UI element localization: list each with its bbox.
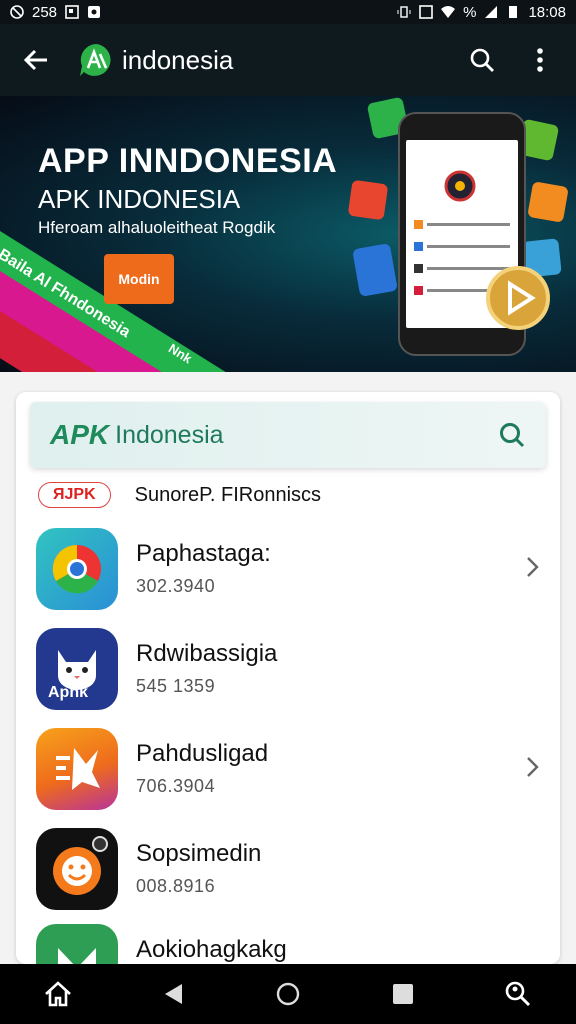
search-user-icon: [506, 981, 531, 1007]
app-name: Paphastaga:: [136, 540, 271, 567]
vibrate-icon: [397, 6, 411, 18]
smile-app-icon: [36, 828, 118, 910]
promo-banner[interactable]: Baila Al Fhndonesia Modin Nnk APP INNDON…: [0, 96, 576, 372]
recents-button[interactable]: [379, 970, 427, 1018]
status-left-text: 258: [32, 3, 58, 21]
app-logo-icon: [80, 44, 111, 76]
app-number: 545 1359: [136, 676, 216, 696]
app-name: Aokiohagkakg: [136, 936, 287, 963]
chrome-icon: [36, 528, 118, 610]
home-icon: [44, 981, 71, 1007]
play-badge-icon: [486, 266, 550, 330]
signal-icon: [485, 6, 498, 18]
icon-badge-text: Apnk: [48, 684, 88, 701]
search-user-button[interactable]: [494, 970, 542, 1018]
search-bar[interactable]: APK Indonesia: [30, 402, 546, 468]
status-bar: 258 % 18:08: [0, 0, 576, 24]
search-text: Indonesia: [115, 420, 224, 449]
navigation-bar: [0, 964, 576, 1024]
home-button[interactable]: [34, 970, 82, 1018]
app-name: Rdwibassigia: [136, 640, 278, 667]
floating-app-icon: [527, 181, 569, 223]
app-title: indonesia: [122, 44, 234, 75]
triangle-back-icon: [164, 984, 182, 1004]
list-item[interactable]: Aokiohagkakg: [16, 918, 560, 964]
image-icon: [65, 5, 79, 19]
battery-percent: %: [463, 3, 477, 21]
list-item[interactable]: Paphastaga: 302.3940: [16, 522, 560, 618]
phone-list-row: [414, 218, 510, 230]
green-app-icon: [36, 924, 118, 964]
no-disturb-icon: [10, 5, 24, 19]
app-number: 706.3904: [136, 776, 216, 796]
home-circle-button[interactable]: [264, 970, 312, 1018]
search-icon: [470, 48, 494, 72]
list-item[interactable]: Apnk Rdwibassigia 545 1359: [16, 622, 560, 718]
app-name: Pahdusligad: [136, 740, 269, 767]
more-options-button[interactable]: [518, 38, 562, 82]
floating-app-icon: [352, 243, 398, 297]
category-label: SunoreP. FIRonniscs: [134, 483, 322, 506]
wifi-icon: [441, 6, 456, 18]
phone-list-row: [414, 240, 510, 252]
banner-orange-card: Modin: [104, 254, 174, 304]
back-button[interactable]: [14, 38, 58, 82]
square-recents-icon: [393, 984, 414, 1004]
app-name: Sopsimedin: [136, 840, 262, 867]
search-logo: APK: [50, 419, 110, 450]
category-badge: ЯJPK: [38, 482, 111, 508]
category-row[interactable]: ЯJPK SunoreP. FIRonniscs: [38, 482, 321, 508]
app-bar: indonesia: [0, 24, 576, 96]
list-item[interactable]: Sopsimedin 008.8916: [16, 822, 560, 918]
chevron-right-icon[interactable]: [520, 752, 544, 782]
battery-icon: [509, 6, 518, 18]
search-icon: [500, 423, 525, 448]
search-button[interactable]: [460, 38, 504, 82]
arrow-left-icon: [23, 49, 47, 71]
camera-icon: [88, 6, 101, 18]
banner-tagline: Hferoam alhaluoleitheat Rogdik: [38, 218, 276, 237]
app-number: 302.3940: [136, 576, 216, 596]
circle-home-icon: [276, 982, 300, 1006]
cat-apk-icon: Apnk: [36, 628, 118, 710]
app-number: 008.8916: [136, 876, 216, 896]
status-time: 18:08: [528, 3, 566, 21]
banner-subtitle: APK INDONESIA: [38, 184, 241, 214]
phone-wheel-icon: [444, 170, 476, 202]
more-vert-icon: [537, 48, 543, 72]
back-nav-button[interactable]: [149, 970, 197, 1018]
floating-app-icon: [347, 179, 389, 221]
app-list-card: APK Indonesia ЯJPK SunoreP. FIRonniscs P…: [16, 392, 560, 964]
list-item[interactable]: Pahdusligad 706.3904: [16, 722, 560, 818]
star-app-icon: [36, 728, 118, 810]
chevron-right-icon[interactable]: [520, 552, 544, 582]
nfc-icon: [419, 5, 433, 19]
banner-title: APP INNDONESIA: [38, 142, 338, 180]
